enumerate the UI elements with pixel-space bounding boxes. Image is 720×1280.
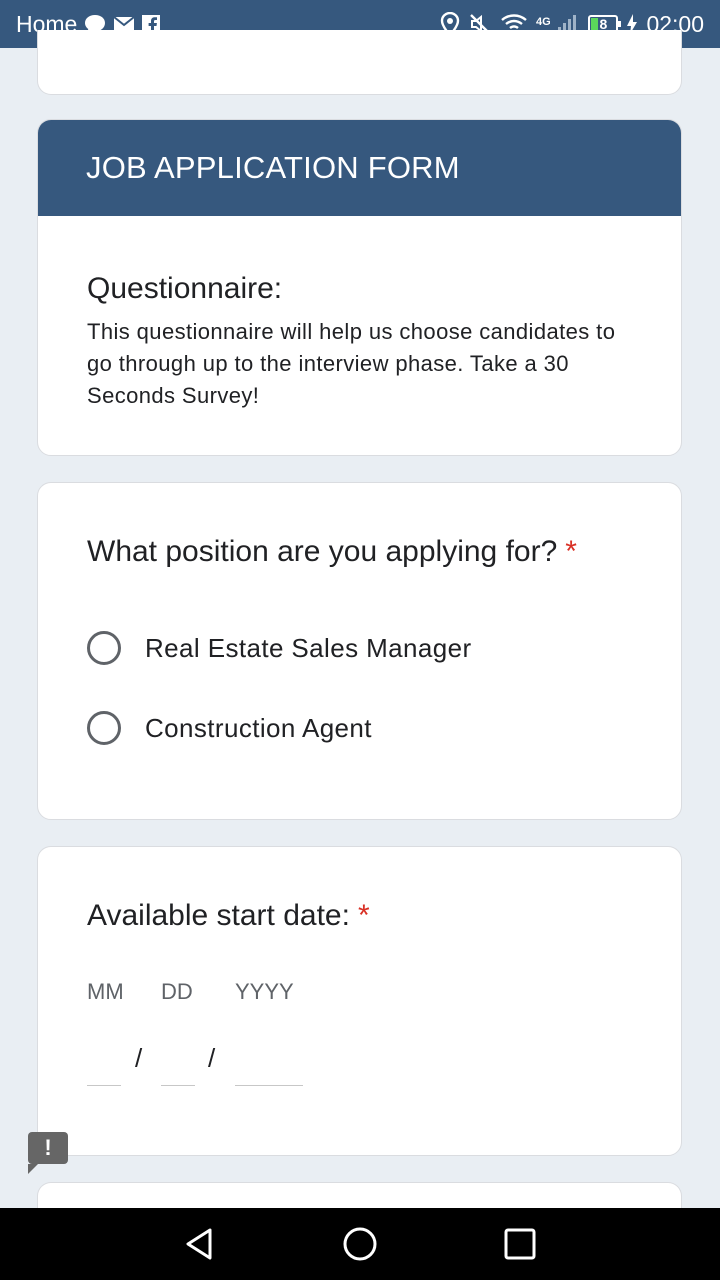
required-mark: *	[565, 535, 577, 568]
form-title: JOB APPLICATION FORM	[38, 120, 681, 216]
previous-card	[37, 30, 682, 95]
back-icon[interactable]	[180, 1224, 220, 1264]
option-construction-agent[interactable]: Construction Agent	[87, 711, 372, 745]
home-icon[interactable]	[340, 1224, 380, 1264]
recents-icon[interactable]	[500, 1224, 540, 1264]
section-title: Questionnaire:	[87, 272, 283, 305]
form-header-card: JOB APPLICATION FORM Questionnaire: This…	[37, 119, 682, 456]
radio-button[interactable]	[87, 711, 121, 745]
section-description: This questionnaire will help us choose c…	[87, 319, 616, 408]
required-mark: *	[357, 899, 370, 932]
position-question-label: What position are you applying for?	[87, 535, 558, 568]
start-date-question-label: Available start date:	[87, 899, 350, 932]
month-input[interactable]	[87, 1047, 121, 1086]
navigation-bar	[0, 1208, 720, 1280]
position-question-card: What position are you applying for? * Rea…	[37, 482, 682, 820]
year-input[interactable]	[235, 1047, 303, 1086]
radio-button[interactable]	[87, 631, 121, 665]
date-separator: /	[135, 1043, 143, 1073]
option-label: Real Estate Sales Manager	[145, 632, 472, 663]
date-separator: /	[208, 1043, 216, 1073]
start-date-question-card: Available start date: * MM DD YYYY / /	[37, 846, 682, 1156]
day-label: DD	[161, 979, 193, 1004]
feedback-button[interactable]: !	[28, 1132, 68, 1174]
svg-text:4G: 4G	[536, 16, 551, 28]
year-label: YYYY	[235, 979, 294, 1004]
day-input[interactable]	[161, 1047, 195, 1086]
position-question: What position are you applying for? *	[87, 535, 577, 569]
option-real-estate-sales-manager[interactable]: Real Estate Sales Manager	[87, 631, 472, 665]
option-label: Construction Agent	[145, 712, 372, 743]
start-date-question: Available start date: *	[87, 899, 370, 933]
month-label: MM	[87, 979, 124, 1004]
